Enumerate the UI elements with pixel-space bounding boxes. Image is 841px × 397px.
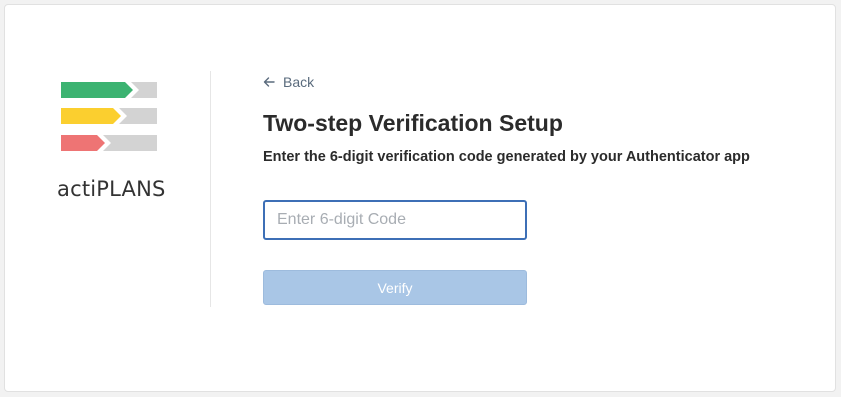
- verification-code-input[interactable]: [263, 200, 527, 240]
- page-subtitle: Enter the 6-digit verification code gene…: [263, 149, 750, 165]
- verify-button[interactable]: Verify: [263, 270, 527, 305]
- back-label: Back: [283, 74, 315, 90]
- page-title: Two-step Verification Setup: [263, 110, 563, 136]
- actiplans-logo: [61, 79, 181, 151]
- verification-card: actiPLANS Back Two-step Verification Set…: [4, 4, 836, 392]
- back-link[interactable]: Back: [263, 74, 314, 90]
- vertical-divider: [210, 71, 211, 307]
- brand-name: actiPLANS: [57, 177, 166, 201]
- arrow-left-icon: [263, 76, 275, 88]
